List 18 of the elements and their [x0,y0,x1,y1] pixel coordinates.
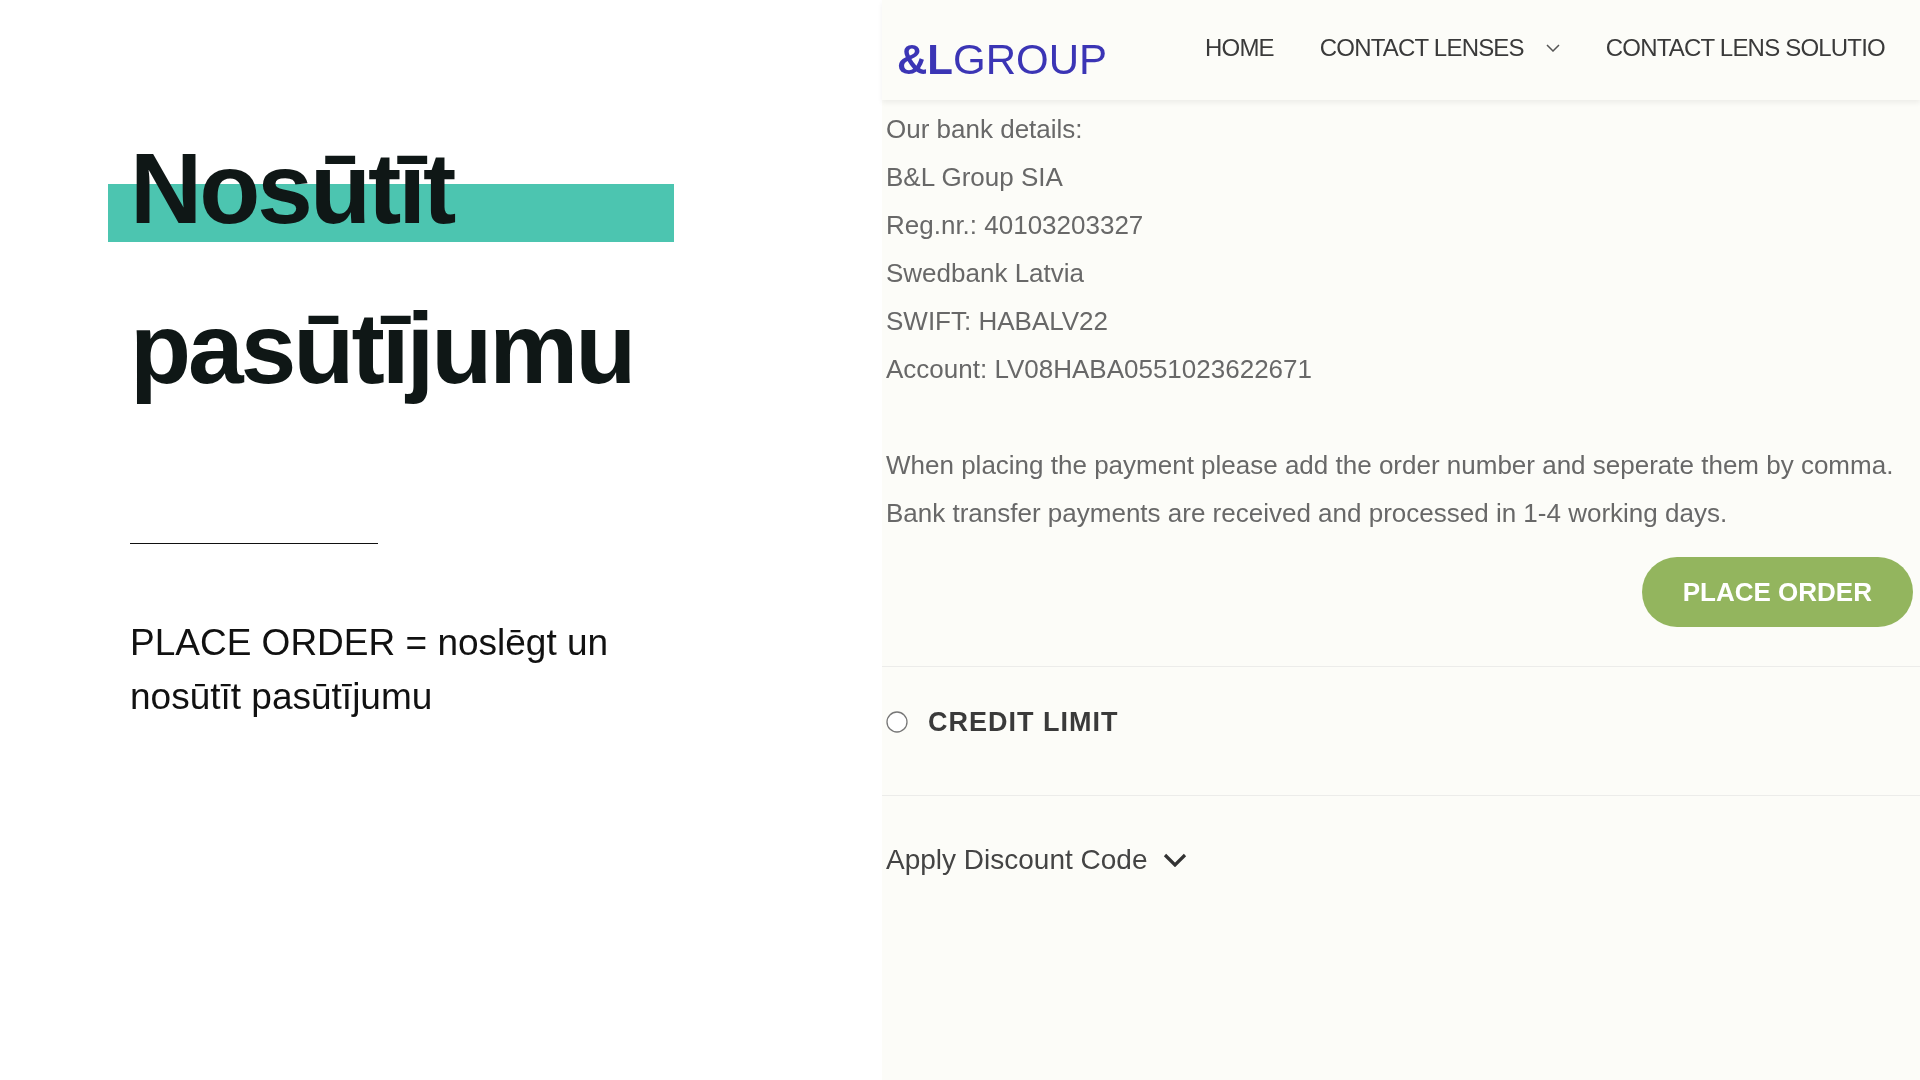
payment-note-text: When placing the payment please add the order number and seperate them by comma. [886,449,1895,482]
logo[interactable]: &LGROUP [897,39,1107,81]
nav-link[interactable]: CONTACT LENSES [1319,35,1560,61]
radio-button[interactable] [886,711,908,733]
bank-detail-text: Reg.nr.: 40103203327 [886,209,1145,242]
bank-detail-text: Swedbank Latvia [886,257,1086,290]
payment-note-text: Bank transfer payments are received and processed in 1-4 working days. [886,497,1729,530]
bank-detail-text: SWIFT: HABALV22 [886,305,1110,338]
bank-detail-text: B&L Group SIA [886,161,1064,194]
slide-title-line: pasūtījumu [130,291,634,406]
discount-code-toggle[interactable]: Apply Discount Code [886,845,1188,875]
slide-caption: PLACE ORDER = noslēgt un nosūtīt pasūtījumu [130,621,610,719]
nav-link[interactable]: CONTACT LENS SOLUTIO [1605,35,1885,61]
bank-detail-text: Our bank details: [886,113,1084,146]
nav-link[interactable]: HOME [1205,35,1274,61]
payment-method-label[interactable]: CREDIT LIMIT [928,707,1119,737]
chevron-down-icon [1545,44,1560,52]
bank-detail-text: Account: LV08HABA0551023622671 [886,353,1313,386]
